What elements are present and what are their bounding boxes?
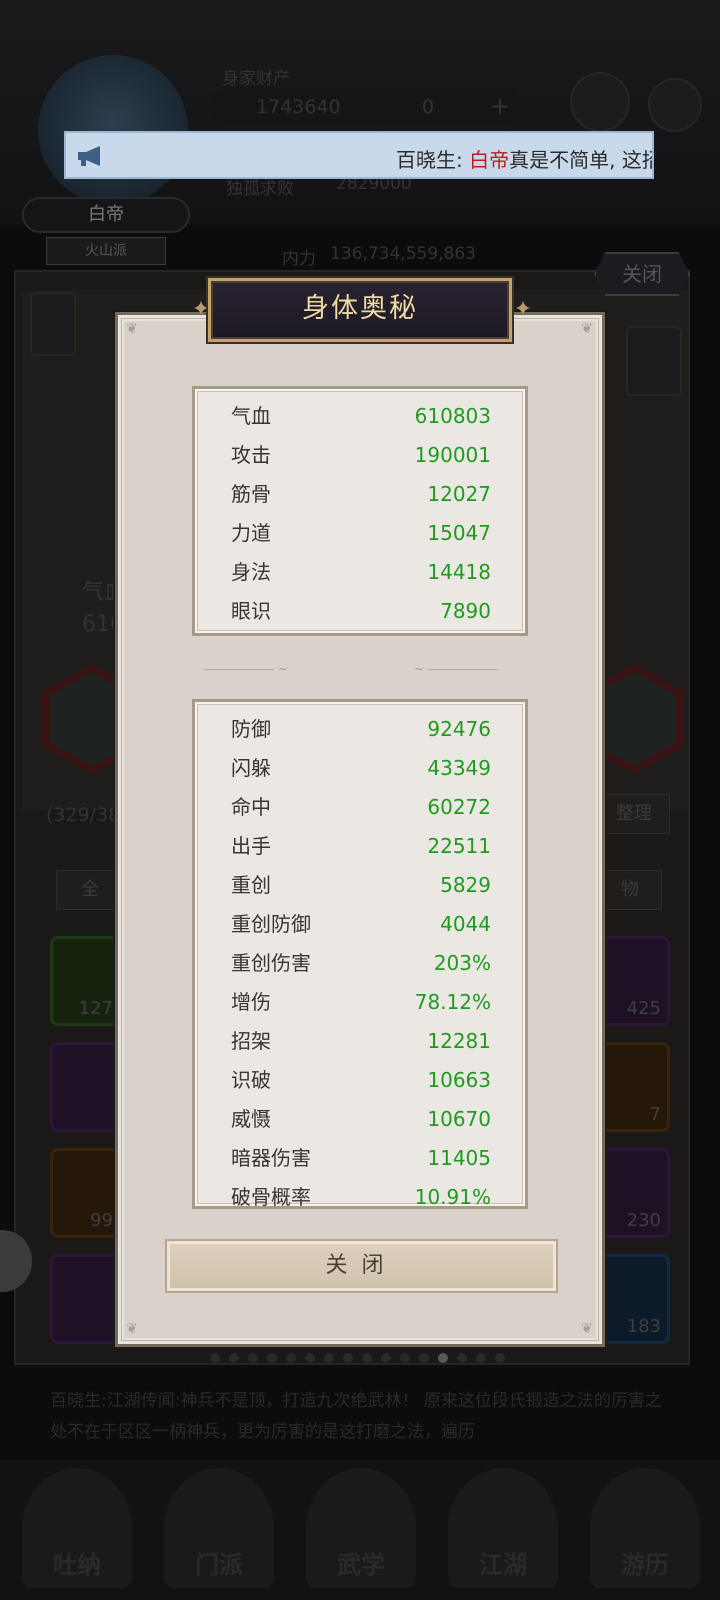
inventory-slot[interactable] (50, 1042, 122, 1132)
primary-stats-panel: 气血 610803 攻击 190001 筋骨 12027 力道 15047 身法 1441… (192, 386, 528, 636)
title-ornament-right: ✦ (513, 297, 533, 322)
secondary-stats-panel[interactable]: 防御 92476 闪躲 43349 命中 60272 出手 22511 重创 5829 重… (192, 699, 528, 1209)
stat-row: 闪躲 43349 (231, 756, 491, 780)
tab-all[interactable]: 全 (56, 870, 124, 910)
stat-row: 气血 610803 (231, 404, 491, 428)
stat-row: 出手 22511 (231, 834, 491, 858)
nav-breathing[interactable]: 吐纳 (22, 1468, 132, 1588)
stat-row: 增伤 78.12% (231, 990, 491, 1014)
inventory-slot[interactable]: 425 (598, 936, 670, 1026)
jade-value: 0 (422, 96, 435, 118)
stat-row: 重创伤害 203% (231, 951, 491, 975)
inventory-slot[interactable]: 99 (50, 1148, 122, 1238)
player-sect-plate: 火山派 (46, 237, 166, 265)
stat-row: 命中 60272 (231, 795, 491, 819)
taiji-icon[interactable] (570, 72, 630, 132)
settings-gear-icon[interactable] (648, 78, 702, 132)
stat-row: 重创 5829 (231, 873, 491, 897)
player-avatar[interactable] (38, 55, 188, 205)
section-divider-right: ~ (414, 663, 498, 675)
marquee-player-name: 白帝 (469, 148, 510, 172)
news-ticker-text: 百晓生:江湖传闻:神兵不是顶，打造九次绝武林！ 原来这位段氏锻造之法的厉害之处不… (50, 1391, 662, 1442)
inventory-slot[interactable]: 230 (598, 1148, 670, 1238)
background-close-button[interactable]: 关闭 (594, 252, 690, 296)
nav-sect[interactable]: 门派 (164, 1468, 274, 1588)
marquee-message: 百晓生: 白帝真是不简单, 这招天人 (396, 148, 652, 172)
stat-row: 力道 15047 (231, 521, 491, 545)
stat-row: 暗器伤害 11405 (231, 1146, 491, 1170)
wealth-label: 身家财产 (222, 69, 290, 89)
stat-row: 防御 92476 (231, 717, 491, 741)
sort-button[interactable]: 整理 (598, 794, 670, 834)
add-currency-icon[interactable]: + (490, 92, 510, 120)
stat-row: 破骨概率 10.91% (231, 1185, 491, 1209)
inventory-slot[interactable]: 183 (598, 1254, 670, 1344)
power-label: 内力 (282, 249, 316, 269)
stat-row: 重创防御 4044 (231, 912, 491, 936)
announcement-marquee: 百晓生: 白帝真是不简单, 这招天人 (64, 131, 654, 179)
corner-ornament: ❦ (581, 321, 593, 337)
stat-row: 筋骨 12027 (231, 482, 491, 506)
stat-row: 眼识 7890 (231, 599, 491, 623)
lantern-icon[interactable] (626, 326, 682, 396)
stat-row: 识破 10663 (231, 1068, 491, 1092)
stat-row: 威慑 10670 (231, 1107, 491, 1131)
inventory-slot[interactable] (50, 1254, 122, 1344)
nav-jianghu[interactable]: 江湖 (448, 1468, 558, 1588)
gold-value: 1743640 (256, 96, 341, 118)
tab-items[interactable]: 物 (598, 870, 662, 910)
stat-row: 身法 14418 (231, 560, 491, 584)
corner-ornament: ❦ (126, 1321, 138, 1337)
corner-ornament: ❦ (581, 1321, 593, 1337)
post-icon[interactable] (30, 292, 76, 356)
inventory-count: (329/38 (46, 804, 121, 826)
power-value: 136,734,559,863 (330, 244, 477, 264)
close-button[interactable]: 关闭 (165, 1239, 558, 1293)
section-divider-left: ~ (204, 663, 288, 675)
stat-row: 攻击 190001 (231, 443, 491, 467)
stat-row: 招架 12281 (231, 1029, 491, 1053)
page-indicator (210, 1353, 505, 1363)
inventory-slot[interactable]: 127 (50, 936, 122, 1026)
dialog-title: 身体奥秘 (208, 278, 512, 342)
player-name-plate: 白帝 (22, 197, 190, 233)
nav-martial-arts[interactable]: 武学 (306, 1468, 416, 1588)
corner-ornament: ❦ (126, 321, 138, 337)
nav-travel[interactable]: 游历 (590, 1468, 700, 1588)
megaphone-icon (78, 146, 100, 166)
inventory-slot[interactable]: 7 (598, 1042, 670, 1132)
